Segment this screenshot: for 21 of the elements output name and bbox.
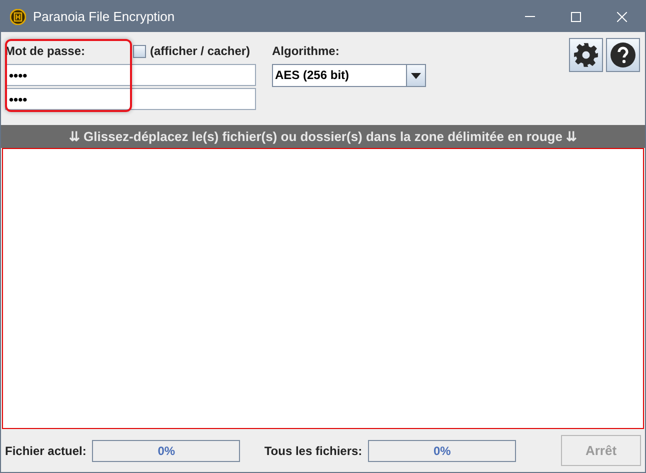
confirm-password-field[interactable]: •••• bbox=[5, 88, 256, 110]
progress-bar: 0% bbox=[92, 440, 240, 462]
settings-button[interactable] bbox=[569, 38, 603, 72]
algorithm-dropdown[interactable]: AES (256 bit) bbox=[272, 64, 426, 87]
show-hide-label: (afficher / cacher) bbox=[150, 43, 250, 60]
progress-label: Tous les fichiers: bbox=[264, 442, 362, 460]
maximize-icon bbox=[571, 12, 581, 22]
app-logo-icon bbox=[10, 8, 26, 24]
help-button[interactable] bbox=[606, 38, 640, 72]
password-field[interactable]: •••• bbox=[5, 64, 256, 86]
show-checkbox[interactable] bbox=[133, 44, 146, 58]
progress-label: Fichier actuel: bbox=[5, 442, 86, 460]
help-icon bbox=[610, 42, 636, 68]
minimize-icon bbox=[525, 16, 535, 17]
drop-banner: ⇊ Glissez-déplacez le(s) fichier(s) ou dossier(s) dans la zone délimitée en rouge ⇊ bbox=[1, 125, 645, 148]
progress-bar: 0% bbox=[368, 440, 516, 462]
window-title: Paranoia File Encryption bbox=[33, 8, 175, 26]
algorithm-label: Algorithme: bbox=[272, 43, 340, 60]
caret-icon bbox=[411, 72, 421, 78]
settings-icon bbox=[573, 42, 599, 68]
close-icon bbox=[617, 12, 627, 22]
